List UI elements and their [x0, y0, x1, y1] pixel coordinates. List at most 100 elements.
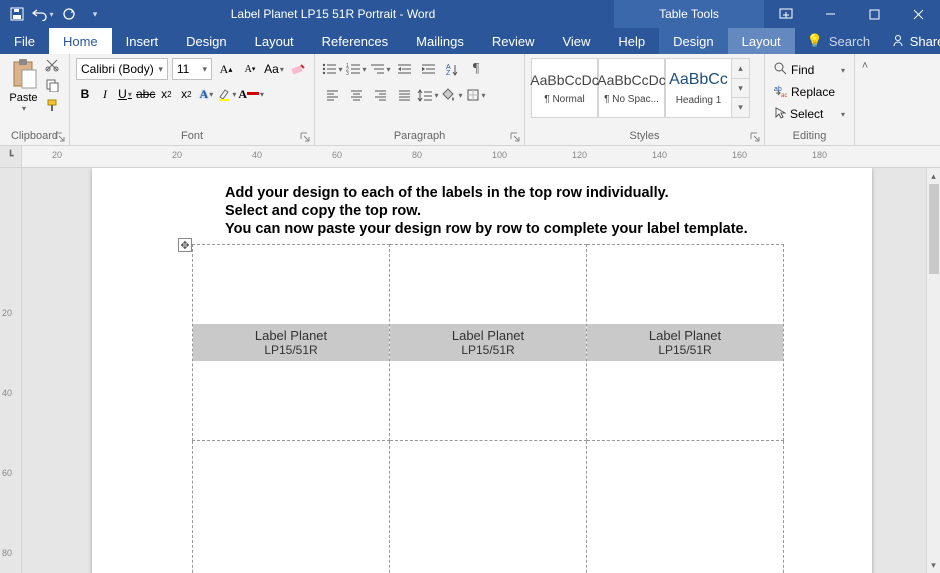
font-launcher-icon[interactable]: [300, 131, 312, 143]
shrink-font-icon[interactable]: A▾: [240, 58, 260, 80]
lightbulb-icon: 💡: [807, 33, 823, 49]
document-page[interactable]: Add your design to each of the labels in…: [92, 168, 872, 573]
highlight-icon[interactable]: ▾: [217, 84, 236, 104]
copy-icon[interactable]: [45, 78, 63, 96]
vertical-scrollbar[interactable]: ▴ ▾: [926, 168, 940, 573]
tab-table-layout[interactable]: Layout: [728, 28, 795, 54]
align-center-icon[interactable]: [345, 84, 367, 106]
replace-button[interactable]: abacReplace: [771, 82, 848, 102]
font-color-icon[interactable]: A▾: [238, 84, 264, 104]
document-canvas[interactable]: Add your design to each of the labels in…: [22, 168, 940, 573]
format-painter-icon[interactable]: [45, 98, 63, 116]
change-case-icon[interactable]: Aa▾: [264, 58, 284, 80]
clipboard-launcher-icon[interactable]: [55, 131, 67, 143]
superscript-button[interactable]: x2: [177, 84, 195, 104]
maximize-button[interactable]: [852, 0, 896, 28]
clear-formatting-icon[interactable]: [288, 58, 308, 80]
svg-text:ac: ac: [781, 93, 787, 97]
style-name: ¶ No Spac...: [604, 94, 659, 105]
shading-icon[interactable]: ▾: [441, 84, 463, 106]
paste-button[interactable]: Paste ▾: [6, 58, 41, 116]
font-name-select[interactable]: Calibri (Body)▾: [76, 58, 168, 80]
label-line1: Label Planet: [587, 328, 783, 343]
subscript-button[interactable]: x2: [157, 84, 175, 104]
person-icon: [892, 34, 904, 49]
close-button[interactable]: [896, 0, 940, 28]
tab-help[interactable]: Help: [604, 28, 659, 54]
tab-insert[interactable]: Insert: [112, 28, 173, 54]
horizontal-ruler[interactable]: ┗ 20 20 40 60 80 100 120 140 160 180: [0, 146, 940, 168]
paragraph-launcher-icon[interactable]: [510, 131, 522, 143]
vertical-ruler[interactable]: 20 40 60 80: [0, 168, 22, 573]
select-button[interactable]: Select▾: [771, 104, 848, 124]
cut-icon[interactable]: [45, 58, 63, 76]
show-hide-icon[interactable]: ¶: [465, 58, 487, 80]
tab-layout[interactable]: Layout: [241, 28, 308, 54]
redo-icon[interactable]: [58, 3, 80, 25]
line-spacing-icon[interactable]: ▾: [417, 84, 439, 106]
tab-mailings[interactable]: Mailings: [402, 28, 478, 54]
align-right-icon[interactable]: [369, 84, 391, 106]
ruler-corner[interactable]: ┗: [0, 146, 22, 167]
strikethrough-button[interactable]: abc: [136, 84, 155, 104]
ruler-tick: 160: [732, 150, 747, 160]
label-cell[interactable]: Label PlanetLP15/51R: [390, 245, 587, 441]
grow-font-icon[interactable]: A▴: [216, 58, 236, 80]
styles-launcher-icon[interactable]: [750, 131, 762, 143]
undo-icon[interactable]: ▾: [32, 3, 54, 25]
justify-icon[interactable]: [393, 84, 415, 106]
label-cell[interactable]: [390, 441, 587, 573]
find-button[interactable]: Find▾: [771, 60, 848, 80]
tab-table-design[interactable]: Design: [659, 28, 727, 54]
style-heading1[interactable]: AaBbCc Heading 1: [665, 58, 732, 118]
italic-button[interactable]: I: [96, 84, 114, 104]
ribbon-display-options-icon[interactable]: [764, 8, 808, 20]
label-cell[interactable]: [193, 441, 390, 573]
share-button[interactable]: Share: [880, 28, 940, 54]
style-no-spacing[interactable]: AaBbCcDc ¶ No Spac...: [598, 58, 665, 118]
tab-home[interactable]: Home: [49, 28, 112, 54]
collapse-ribbon-icon[interactable]: ˄: [862, 60, 868, 72]
align-left-icon[interactable]: [321, 84, 343, 106]
minimize-button[interactable]: [808, 0, 852, 28]
scroll-up-icon[interactable]: ▴: [927, 168, 940, 184]
replace-label: Replace: [791, 85, 835, 99]
group-paragraph-label: Paragraph: [321, 129, 518, 145]
save-icon[interactable]: [6, 3, 28, 25]
style-normal[interactable]: AaBbCcDc ¶ Normal: [531, 58, 598, 118]
tab-file[interactable]: File: [0, 28, 49, 54]
ruler-tick: 60: [332, 150, 342, 160]
label-cell[interactable]: [587, 441, 784, 573]
tab-view[interactable]: View: [548, 28, 604, 54]
multilevel-list-icon[interactable]: ▾: [369, 58, 391, 80]
label-cell[interactable]: Label PlanetLP15/51R: [587, 245, 784, 441]
bullets-icon[interactable]: ▾: [321, 58, 343, 80]
style-preview: AaBbCc: [669, 71, 728, 89]
numbering-icon[interactable]: 123▾: [345, 58, 367, 80]
decrease-indent-icon[interactable]: [393, 58, 415, 80]
font-size-select[interactable]: 11▾: [172, 58, 212, 80]
qat-customize-icon[interactable]: ▾: [84, 3, 106, 25]
tab-review[interactable]: Review: [478, 28, 549, 54]
tab-references[interactable]: References: [308, 28, 402, 54]
bold-button[interactable]: B: [76, 84, 94, 104]
underline-button[interactable]: U▾: [116, 84, 134, 104]
label-table[interactable]: Label PlanetLP15/51R Label PlanetLP15/51…: [192, 244, 784, 573]
instruction-line: Add your design to each of the labels in…: [225, 184, 748, 202]
borders-icon[interactable]: ▾: [465, 84, 487, 106]
scroll-down-icon[interactable]: ▾: [927, 557, 940, 573]
styles-scroll-up-icon[interactable]: ▴: [732, 59, 749, 78]
search-box[interactable]: 💡Search: [795, 28, 880, 54]
styles-scroll-down-icon[interactable]: ▾: [732, 78, 749, 98]
label-cell[interactable]: Label PlanetLP15/51R: [193, 245, 390, 441]
find-label: Find: [791, 63, 814, 77]
tab-design[interactable]: Design: [172, 28, 240, 54]
instructions-text[interactable]: Add your design to each of the labels in…: [225, 184, 748, 238]
increase-indent-icon[interactable]: [417, 58, 439, 80]
sort-icon[interactable]: AZ: [441, 58, 463, 80]
scroll-thumb[interactable]: [929, 184, 939, 274]
svg-text:3: 3: [346, 71, 349, 76]
text-effects-icon[interactable]: A▾: [197, 84, 215, 104]
table-move-handle-icon[interactable]: ✥: [178, 238, 192, 252]
styles-expand-icon[interactable]: ▾: [732, 97, 749, 117]
